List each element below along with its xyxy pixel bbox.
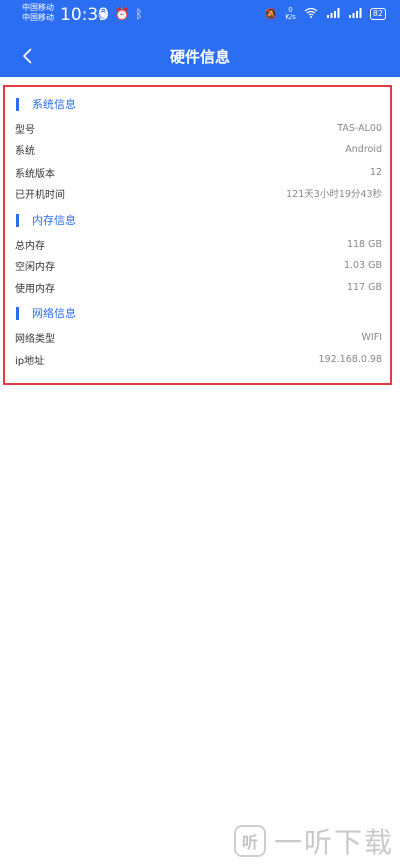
info-label: 系统 [15,145,35,157]
info-label: ip地址 [15,355,45,367]
info-value: WIFI [361,331,382,343]
section-title-network: 网络信息 [16,306,76,320]
info-label: 空闲内存 [15,261,55,273]
status-icons-left: ◉ ⏰ ᛒ [98,7,143,21]
section-accent-bar [16,213,19,227]
watermark-text: 一听下载 [273,826,394,859]
app-header: 中国移动 中国移动 10:39 ◉ ⏰ ᛒ 🔕 0 K/s 82 硬件信息 [0,0,400,77]
info-label: 系统版本 [15,168,55,180]
info-value: 118 GB [346,238,382,250]
bluetooth-icon: ᛒ [135,7,143,21]
signal-4g-icon [326,7,340,21]
info-row-os-version: 系统版本 12 [15,164,382,180]
info-value: TAS-AL00 [337,122,382,134]
watermark-logo-icon: 听 [233,825,266,857]
section-title-memory: 内存信息 [16,213,76,227]
carrier-1: 中国移动 [22,3,54,12]
section-accent-bar [16,306,19,320]
signal-icon [348,7,362,21]
info-value: 121天3小时19分43秒 [286,189,382,200]
info-value: 12 [369,166,382,178]
info-row-network-type: 网络类型 WIFI [15,329,382,345]
info-row-free-memory: 空闲内存 1.03 GB [15,257,382,273]
hardware-info-panel: 系统信息 型号 TAS-AL00 系统 Android 系统版本 12 已开机时… [3,85,392,385]
section-title-system: 系统信息 [16,97,76,111]
info-row-total-memory: 总内存 118 GB [15,236,382,252]
info-label: 已开机时间 [15,189,65,201]
wifi-icon [304,7,318,21]
info-row-model: 型号 TAS-AL00 [15,120,382,136]
info-row-used-memory: 使用内存 117 GB [15,279,382,295]
info-row-ip-address: ip地址 192.168.0.98 [15,351,382,367]
battery-icon: 82 [369,8,386,20]
eye-icon: ◉ [98,7,109,21]
network-speed: 0 K/s [285,6,296,21]
carrier-info: 中国移动 中国移动 [22,3,54,23]
section-accent-bar [16,97,19,111]
info-row-os: 系统 Android [15,141,382,157]
info-label: 网络类型 [15,333,55,345]
mute-icon: 🔕 [264,8,278,20]
info-value: 1.03 GB [343,259,382,271]
watermark: 听 一听下载 [233,821,394,861]
info-value: Android [345,143,382,155]
status-icons-right: 🔕 0 K/s 82 [265,7,386,21]
info-label: 使用内存 [15,283,55,295]
status-bar: 中国移动 中国移动 10:39 ◉ ⏰ ᛒ 🔕 0 K/s 82 [0,0,400,34]
carrier-2: 中国移动 [22,13,54,22]
page-title: 硬件信息 [169,48,230,66]
info-label: 型号 [15,124,35,136]
info-label: 总内存 [15,240,45,252]
info-value: 117 GB [346,281,382,293]
alarm-icon: ⏰ [114,7,130,21]
info-row-uptime: 已开机时间 121天3小时19分43秒 [15,185,382,201]
info-value: 192.168.0.98 [318,353,382,365]
